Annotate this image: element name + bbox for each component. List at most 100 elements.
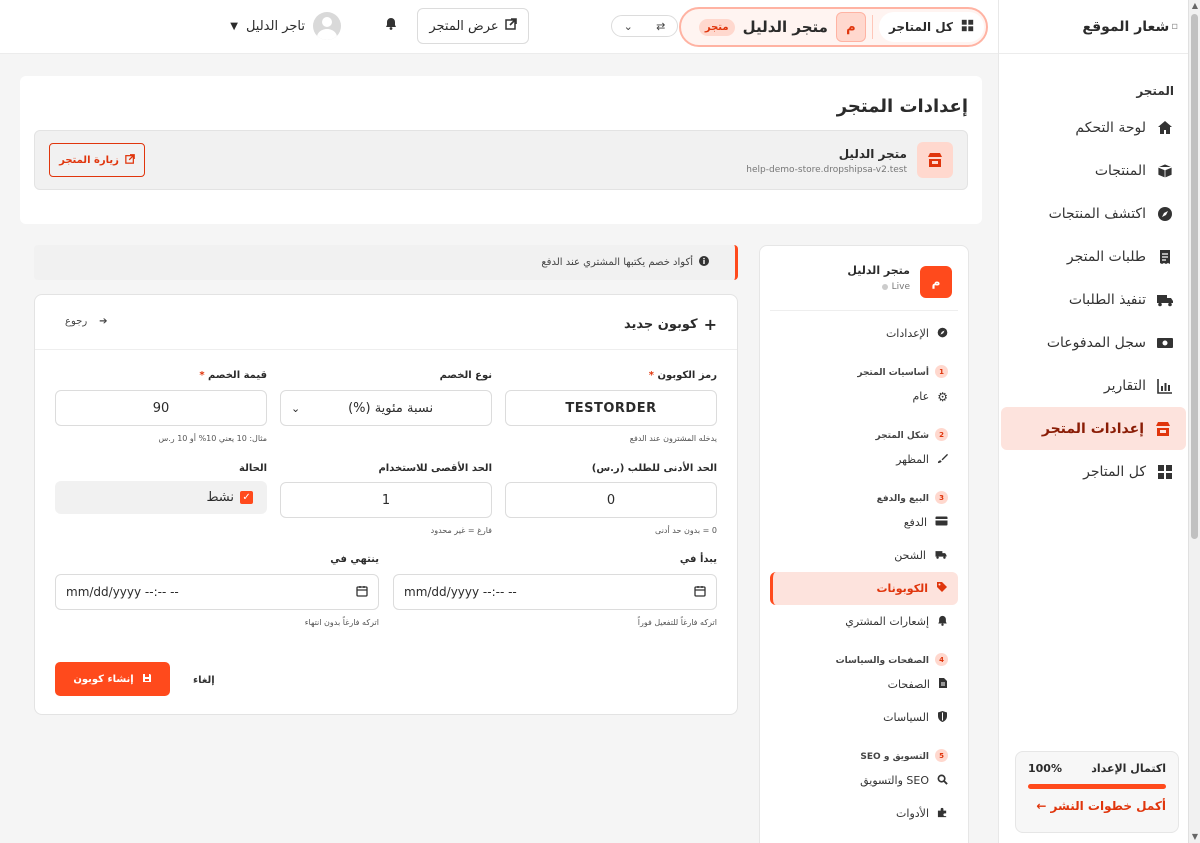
- end-date-value: mm/dd/yyyy --:-- --: [66, 585, 179, 599]
- nav-item-label: عام: [912, 390, 930, 403]
- store-status-label: Live: [891, 282, 910, 292]
- file-icon: [938, 677, 948, 692]
- truck-icon: [1156, 291, 1174, 309]
- cancel-button[interactable]: إلغاء: [193, 675, 215, 686]
- form-header: + كوبون جديد ➔ رجوع: [35, 295, 737, 350]
- vertical-scrollbar[interactable]: ▲ ▼: [1188, 0, 1200, 843]
- nav-group-appearance: 2 شكل المتجر: [760, 413, 968, 443]
- sidebar-item-products[interactable]: المنتجات: [999, 149, 1188, 192]
- arrow-right-icon: ➔: [99, 316, 108, 327]
- nav-item-pages[interactable]: الصفحات: [760, 668, 968, 701]
- nav-item-payment[interactable]: الدفع: [760, 506, 968, 539]
- grid-icon: [1156, 463, 1174, 481]
- sidebar-item-fulfillment[interactable]: تنفيذ الطلبات: [999, 278, 1188, 321]
- max-usage-hint: فارغ = غير محدود: [430, 526, 492, 535]
- site-logo[interactable]: ▫ شعار الموقع: [999, 0, 1188, 54]
- visit-store-button[interactable]: زيارة المتجر: [49, 143, 145, 177]
- store-switch-dropdown[interactable]: ⇄ ⌄: [611, 15, 678, 37]
- new-coupon-form: + كوبون جديد ➔ رجوع رمز الكوبون * TESTOR…: [34, 294, 738, 715]
- sidebar-item-discover[interactable]: اكتشف المنتجات: [999, 192, 1188, 235]
- sidebar-item-label: المنتجات: [1094, 162, 1146, 179]
- all-stores-button[interactable]: كل المتاجر: [878, 12, 984, 42]
- brush-icon: [937, 453, 948, 467]
- sidebar-item-label: تنفيذ الطلبات: [1068, 291, 1146, 308]
- start-date-label: يبدأ في: [679, 554, 717, 565]
- sidebar-item-orders[interactable]: طلبات المتجر: [999, 235, 1188, 278]
- search-icon: [937, 774, 948, 788]
- store-settings-nav: م متجر الدليل Live الإعدادات 1 أساسيات ال…: [759, 245, 969, 843]
- grid-icon: [961, 19, 974, 35]
- nav-item-general[interactable]: ⚙ عام: [760, 380, 968, 413]
- required-asterisk: *: [199, 370, 205, 381]
- nav-item-buyer-notifications[interactable]: إشعارات المشتري: [760, 605, 968, 638]
- nav-item-coupons[interactable]: الكوبونات: [770, 572, 958, 605]
- status-label: الحالة: [239, 463, 267, 474]
- nav-group-title: البيع والدفع: [876, 494, 929, 504]
- max-usage-input[interactable]: 1: [280, 482, 492, 518]
- status-toggle[interactable]: ✓ نشط: [55, 481, 267, 514]
- create-coupon-button[interactable]: إنشاء كوبون: [55, 662, 170, 696]
- sidebar-item-reports[interactable]: التقارير: [999, 364, 1188, 407]
- user-name: تاجر الدليل: [245, 18, 305, 34]
- discount-type-select[interactable]: نسبة مئوية (%) ⌄: [280, 390, 492, 426]
- start-date-input[interactable]: mm/dd/yyyy --:-- --: [393, 574, 717, 610]
- truck-icon: [934, 549, 948, 563]
- end-date-hint: اتركه فارغاً بدون انتهاء: [304, 618, 379, 627]
- status-dot-icon: [881, 284, 888, 290]
- view-store-label: عرض المتجر: [429, 18, 499, 34]
- nav-item-policies[interactable]: السياسات: [760, 701, 968, 734]
- sidebar-item-label: اكتشف المنتجات: [1048, 205, 1146, 222]
- checkbox-checked-icon[interactable]: ✓: [240, 491, 253, 504]
- sidebar-item-label: كل المتاجر: [1083, 463, 1146, 480]
- sidebar-section-title: المتجر: [1136, 84, 1174, 98]
- nav-item-theme[interactable]: المظهر: [760, 443, 968, 476]
- view-store-button[interactable]: عرض المتجر: [417, 8, 529, 44]
- form-title: + كوبون جديد: [624, 315, 717, 334]
- discount-value-input[interactable]: 90: [55, 390, 267, 426]
- back-button[interactable]: ➔ رجوع: [65, 316, 108, 327]
- completion-title: اكتمال الإعداد: [1091, 762, 1166, 775]
- main-sidebar: ▫ شعار الموقع المتجر لوحة التحكم المنتجا…: [998, 0, 1188, 843]
- store-avatar: م: [920, 266, 952, 298]
- min-order-input[interactable]: 0: [505, 482, 717, 518]
- scroll-up-arrow-icon[interactable]: ▲: [1191, 2, 1199, 10]
- nav-item-label: الإعدادات: [885, 327, 929, 340]
- store-switcher: كل المتاجر م متجر الدليل متجر: [679, 7, 988, 47]
- all-stores-label: كل المتاجر: [888, 20, 953, 34]
- nav-item-label: المظهر: [896, 453, 929, 466]
- nav-item-settings[interactable]: الإعدادات: [760, 317, 968, 350]
- completion-progress-bar: [1028, 784, 1166, 789]
- notifications-bell-icon[interactable]: [385, 17, 397, 34]
- sidebar-item-store-settings[interactable]: إعدادات المتجر: [1001, 407, 1186, 450]
- puzzle-icon: [937, 807, 948, 821]
- nav-group-basics: 1 أساسيات المتجر: [760, 350, 968, 380]
- sidebar-item-payments[interactable]: سجل المدفوعات: [999, 321, 1188, 364]
- status-value: نشط: [206, 490, 234, 505]
- user-menu[interactable]: تاجر الدليل ▼: [230, 12, 341, 40]
- sidebar-item-label: طلبات المتجر: [1066, 248, 1146, 265]
- discount-value-label: قيمة الخصم *: [199, 370, 267, 381]
- chevron-down-icon: ⌄: [291, 401, 301, 415]
- nav-group-title: الصفحات والسياسات: [835, 656, 929, 666]
- end-date-input[interactable]: mm/dd/yyyy --:-- --: [55, 574, 379, 610]
- min-order-hint: 0 = بدون حد أدنى: [655, 526, 717, 535]
- step-number: 2: [935, 428, 948, 441]
- nav-item-seo[interactable]: SEO والتسويق: [760, 764, 968, 797]
- coupon-code-label: رمز الكوبون *: [649, 370, 717, 381]
- nav-item-shipping[interactable]: الشحن: [760, 539, 968, 572]
- complete-publish-steps-link[interactable]: أكمل خطوات النشر ←: [1028, 799, 1166, 813]
- scroll-down-arrow-icon[interactable]: ▼: [1191, 833, 1199, 841]
- coupon-code-input[interactable]: TESTORDER: [505, 390, 717, 426]
- coupon-info-banner: أكواد خصم يكتبها المشتري عند الدفع: [34, 245, 738, 280]
- scrollbar-thumb[interactable]: [1191, 14, 1198, 539]
- current-store-name[interactable]: متجر الدليل: [743, 18, 828, 36]
- chart-icon: [1156, 377, 1174, 395]
- nav-item-label: الشحن: [894, 549, 926, 562]
- store-status: Live: [881, 282, 910, 292]
- sidebar-item-all-stores[interactable]: كل المتاجر: [999, 450, 1188, 493]
- external-link-icon: [504, 18, 517, 34]
- max-usage-label: الحد الأقصى للاستخدام: [378, 463, 492, 474]
- sidebar-item-dashboard[interactable]: لوحة التحكم: [999, 106, 1188, 149]
- nav-item-tools[interactable]: الأدوات: [760, 797, 968, 830]
- info-text: أكواد خصم يكتبها المشتري عند الدفع: [541, 257, 693, 268]
